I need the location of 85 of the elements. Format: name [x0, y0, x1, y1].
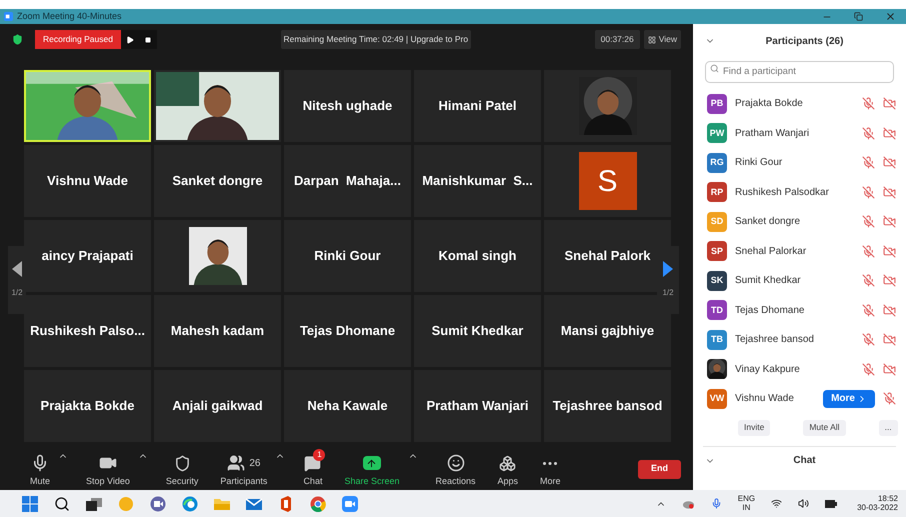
toolbar-button[interactable]: Security [162, 449, 202, 489]
participant-name: Vinay Kakpure [735, 362, 801, 377]
clock-time: 18:52 [878, 494, 898, 504]
window-title: Zoom Meeting 40-Minutes [17, 10, 123, 23]
panel-button[interactable]: Invite [738, 420, 770, 436]
clock-date: 30-03-2022 [857, 504, 898, 512]
participant-name: Rinki Gour [314, 247, 381, 266]
remaining-time-banner: Remaining Meeting Time: 02:49 | Upgrade to Pro [280, 30, 472, 49]
participant-row[interactable]: RG Rinki Gour [693, 148, 906, 178]
participant-name: Tejashree bansod [735, 333, 815, 348]
toolbar-button[interactable]: 1 Chat [299, 449, 326, 489]
toolbar-button[interactable]: More [536, 449, 565, 489]
participant-row[interactable]: VW Vishnu Wade More [693, 384, 906, 414]
participant-count: 26 [249, 456, 260, 471]
notification-badge: 1 [313, 449, 326, 462]
panel-button[interactable]: ... [878, 420, 898, 436]
participant-row[interactable]: RP Rushikesh Palsodkar [693, 178, 906, 207]
avatar: RP [707, 182, 727, 202]
toolbar-button[interactable]: Mute [26, 449, 54, 489]
avatar: SK [707, 270, 727, 291]
avatar: SP [707, 241, 727, 262]
search-field[interactable]: Find a participant [705, 60, 894, 82]
panel-button[interactable]: Mute All [803, 420, 846, 436]
participant-name: Snehal Palorkar [735, 244, 808, 259]
toolbar-button[interactable]: Apps [494, 449, 522, 489]
participant-row[interactable]: SK Sumit Khedkar [693, 266, 906, 296]
participant-name: Vishnu Wade [47, 172, 128, 190]
next-page-button[interactable]: 1/2 [657, 246, 679, 314]
participant-name: Neha Kawale [307, 397, 388, 416]
view-button[interactable]: View [644, 30, 681, 49]
meeting-timer: 00:37:26 [594, 30, 640, 49]
avatar: SD [707, 212, 727, 232]
participant-row[interactable]: Vinay Kakpure [693, 354, 906, 384]
page-indicator: 1/2 [662, 287, 674, 299]
participant-name: Pratham Wanjari [426, 397, 529, 416]
participant-name: Prajakta Bokde [40, 397, 134, 416]
avatar: TD [707, 300, 727, 320]
participant-row[interactable]: SP Snehal Palorkar [693, 236, 906, 266]
participant-name: Tejas Dhomane [735, 304, 806, 318]
previous-page-button[interactable]: 1/2 [8, 246, 26, 314]
recording-status: Recording Paused [35, 30, 121, 49]
panel-title: Participants (26) [764, 34, 844, 48]
participant-name: Rushikesh Palso... [30, 322, 145, 340]
participant-name: Anjali gaikwad [172, 397, 263, 416]
participant-name: Tejashree bansod [552, 397, 662, 416]
participant-name: Vishnu Wade [735, 392, 795, 406]
language-indicator: IN [742, 504, 750, 512]
participant-row[interactable]: SD Sanket dongre [693, 207, 906, 236]
participant-name: Darpan Mahaja... [294, 172, 401, 190]
avatar-letter: S [578, 152, 636, 210]
participant-name: Mahesh kadam [170, 322, 264, 340]
participant-name: Sanket dongre [735, 215, 802, 230]
participant-name: Tejas Dhomane [300, 322, 396, 340]
avatar: VW [707, 388, 727, 409]
participant-row[interactable]: PB Prajakta Bokde [693, 89, 906, 118]
participant-name: Prajakta Bokde [735, 97, 804, 112]
participant-name: aincy Prajapati [42, 247, 134, 266]
participant-name: Sumit Khedkar [735, 274, 802, 288]
more-button[interactable]: More [823, 390, 875, 408]
avatar: PW [707, 123, 727, 144]
end-button[interactable]: End [638, 460, 681, 478]
avatar: RG [707, 152, 727, 173]
participant-name: Komal singh [438, 247, 516, 266]
participant-row[interactable]: PW Pratham Wanjari [693, 118, 906, 148]
toolbar-button[interactable]: 26 Participants [216, 449, 272, 489]
participant-name: Manishkumar S... [422, 172, 533, 190]
participant-row[interactable]: TB Tejashree bansod [693, 325, 906, 354]
participant-name: Pratham Wanjari [735, 126, 810, 141]
toolbar-button[interactable]: Reactions [432, 449, 480, 489]
participant-name: Rushikesh Palsodkar [735, 186, 830, 200]
panel-title: Chat [792, 454, 817, 468]
avatar: TB [707, 330, 727, 350]
participant-name: Sanket dongre [172, 172, 263, 190]
page-indicator: 1/2 [11, 287, 23, 299]
participant-name: Snehal Palork [564, 247, 650, 266]
participant-name: Sumit Khedkar [432, 322, 524, 340]
toolbar-button[interactable]: Stop Video [82, 449, 134, 489]
participant-name: Mansi gajbhiye [560, 322, 654, 340]
participant-name: Rinki Gour [735, 156, 784, 170]
toolbar-button[interactable]: Share Screen [340, 449, 404, 489]
participant-name: Nitesh ughade [302, 97, 392, 116]
language-indicator: ENG [738, 494, 756, 504]
avatar: PB [707, 94, 727, 114]
participant-row[interactable]: TD Tejas Dhomane [693, 296, 906, 325]
participant-name: Himani Patel [438, 97, 517, 116]
